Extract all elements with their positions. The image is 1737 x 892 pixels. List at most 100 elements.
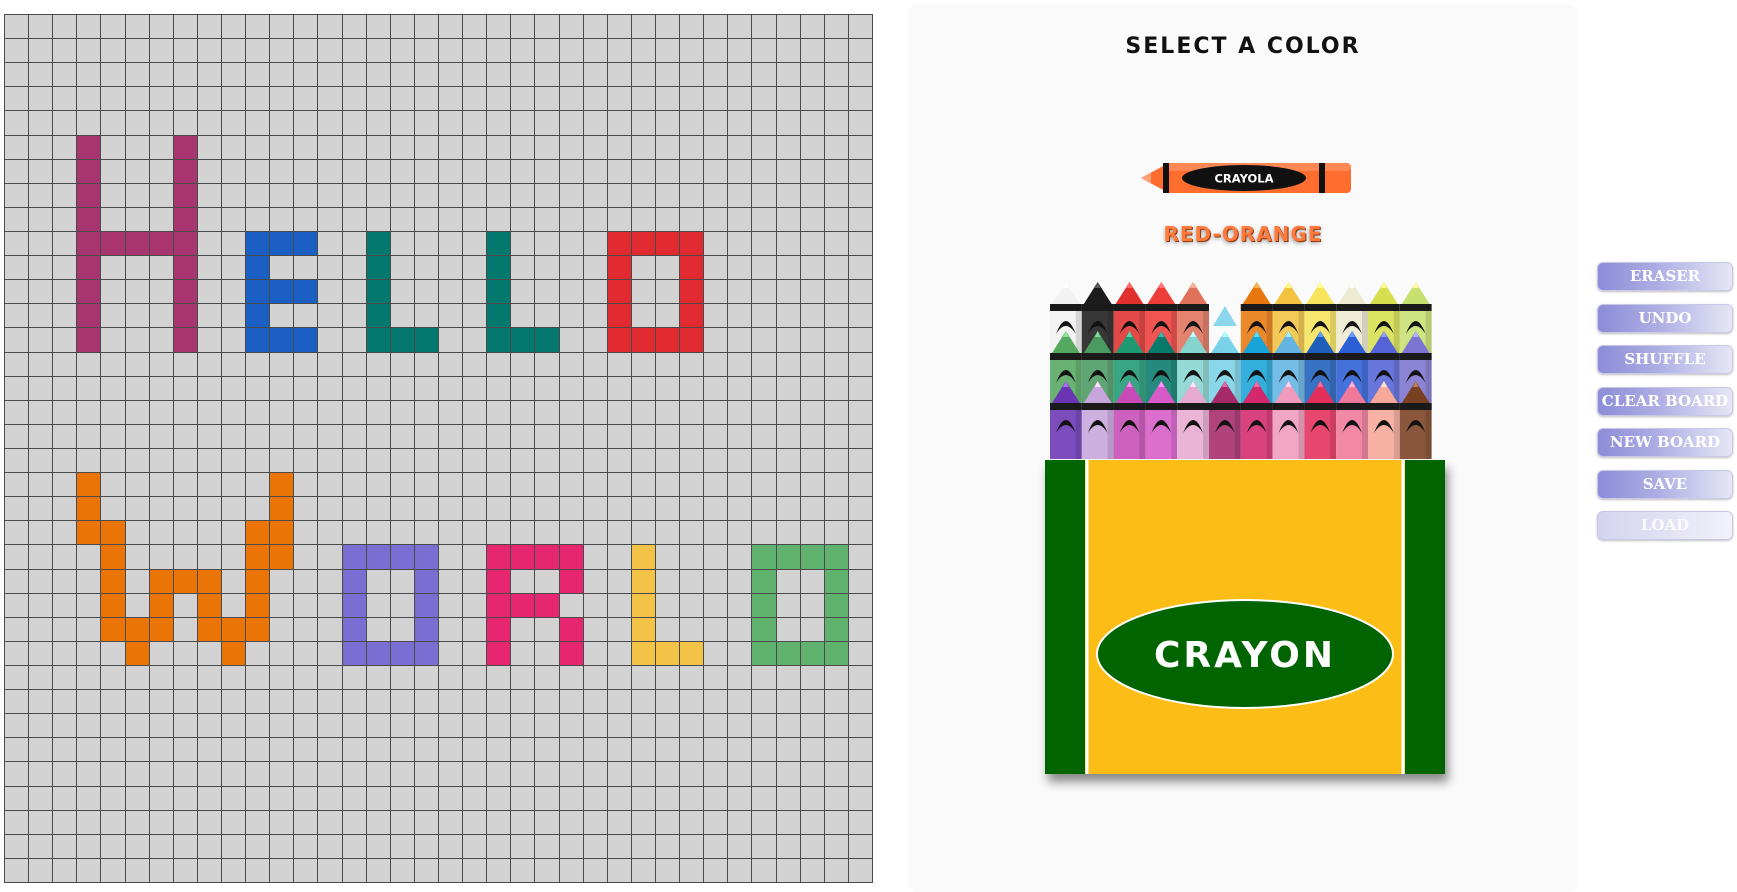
board-cell[interactable]	[53, 714, 77, 738]
board-cell[interactable]	[270, 376, 294, 400]
board-cell[interactable]	[53, 448, 77, 473]
board-cell[interactable]	[101, 39, 125, 63]
board-cell[interactable]	[728, 665, 752, 690]
board-cell[interactable]	[631, 39, 655, 63]
board-cell[interactable]	[583, 304, 607, 328]
board-cell[interactable]	[197, 400, 221, 424]
board-cell[interactable]	[631, 280, 655, 304]
board-cell[interactable]	[221, 15, 246, 39]
board-cell[interactable]	[294, 424, 318, 448]
board-cell[interactable]	[655, 690, 680, 714]
board-cell[interactable]	[848, 641, 872, 665]
board-cell[interactable]	[5, 328, 29, 352]
board-cell[interactable]	[631, 15, 655, 39]
board-cell[interactable]	[173, 617, 197, 641]
board-cell[interactable]	[5, 39, 29, 63]
board-cell[interactable]	[318, 448, 342, 473]
board-cell[interactable]	[197, 87, 221, 111]
board-cell[interactable]	[390, 15, 414, 39]
board-cell[interactable]	[824, 617, 848, 641]
board-cell[interactable]	[390, 641, 414, 665]
board-cell[interactable]	[77, 135, 101, 159]
board-cell[interactable]	[535, 400, 559, 424]
board-cell[interactable]	[414, 207, 438, 231]
board-cell[interactable]	[29, 617, 53, 641]
board-cell[interactable]	[848, 183, 872, 207]
board-cell[interactable]	[487, 207, 511, 231]
board-cell[interactable]	[29, 858, 53, 882]
board-cell[interactable]	[101, 15, 125, 39]
board-cell[interactable]	[53, 545, 77, 569]
board-cell[interactable]	[559, 111, 583, 135]
board-cell[interactable]	[631, 111, 655, 135]
board-cell[interactable]	[511, 207, 535, 231]
board-cell[interactable]	[29, 448, 53, 473]
board-cell[interactable]	[487, 135, 511, 159]
board-cell[interactable]	[246, 63, 270, 87]
board-cell[interactable]	[29, 665, 53, 690]
board-cell[interactable]	[704, 834, 728, 858]
board-cell[interactable]	[824, 521, 848, 545]
board-cell[interactable]	[559, 665, 583, 690]
board-cell[interactable]	[559, 376, 583, 400]
board-cell[interactable]	[53, 15, 77, 39]
board-cell[interactable]	[318, 135, 342, 159]
board-cell[interactable]	[390, 738, 414, 762]
board-cell[interactable]	[77, 834, 101, 858]
board-cell[interactable]	[559, 304, 583, 328]
board-cell[interactable]	[848, 665, 872, 690]
board-cell[interactable]	[583, 521, 607, 545]
board-cell[interactable]	[535, 304, 559, 328]
board-cell[interactable]	[125, 641, 149, 665]
board-cell[interactable]	[776, 280, 800, 304]
board-cell[interactable]	[752, 593, 776, 617]
board-cell[interactable]	[752, 111, 776, 135]
board-cell[interactable]	[414, 424, 438, 448]
board-cell[interactable]	[366, 714, 390, 738]
board-cell[interactable]	[318, 87, 342, 111]
board-cell[interactable]	[5, 690, 29, 714]
board-cell[interactable]	[294, 135, 318, 159]
board-cell[interactable]	[390, 280, 414, 304]
board-cell[interactable]	[511, 400, 535, 424]
board-cell[interactable]	[631, 714, 655, 738]
board-cell[interactable]	[149, 135, 173, 159]
board-cell[interactable]	[559, 569, 583, 593]
board-cell[interactable]	[704, 304, 728, 328]
board-cell[interactable]	[583, 424, 607, 448]
board-cell[interactable]	[294, 400, 318, 424]
board-cell[interactable]	[294, 328, 318, 352]
board-cell[interactable]	[607, 111, 631, 135]
board-cell[interactable]	[728, 183, 752, 207]
board-cell[interactable]	[800, 304, 824, 328]
board-cell[interactable]	[704, 762, 728, 786]
board-cell[interactable]	[221, 786, 246, 810]
board-cell[interactable]	[101, 786, 125, 810]
board-cell[interactable]	[583, 39, 607, 63]
board-cell[interactable]	[53, 690, 77, 714]
board-cell[interactable]	[246, 521, 270, 545]
board-cell[interactable]	[680, 569, 704, 593]
board-cell[interactable]	[125, 87, 149, 111]
board-cell[interactable]	[680, 521, 704, 545]
board-cell[interactable]	[800, 497, 824, 521]
board-cell[interactable]	[704, 207, 728, 231]
board-cell[interactable]	[559, 473, 583, 497]
board-cell[interactable]	[800, 593, 824, 617]
board-cell[interactable]	[607, 63, 631, 87]
board-cell[interactable]	[655, 786, 680, 810]
board-cell[interactable]	[438, 39, 463, 63]
board-cell[interactable]	[173, 738, 197, 762]
board-cell[interactable]	[318, 159, 342, 183]
board-cell[interactable]	[800, 87, 824, 111]
board-cell[interactable]	[752, 39, 776, 63]
board-cell[interactable]	[607, 810, 631, 834]
board-cell[interactable]	[680, 834, 704, 858]
board-cell[interactable]	[294, 207, 318, 231]
board-cell[interactable]	[173, 231, 197, 256]
board-cell[interactable]	[246, 617, 270, 641]
board-cell[interactable]	[680, 786, 704, 810]
board-cell[interactable]	[655, 63, 680, 87]
board-cell[interactable]	[848, 448, 872, 473]
board-cell[interactable]	[342, 328, 366, 352]
